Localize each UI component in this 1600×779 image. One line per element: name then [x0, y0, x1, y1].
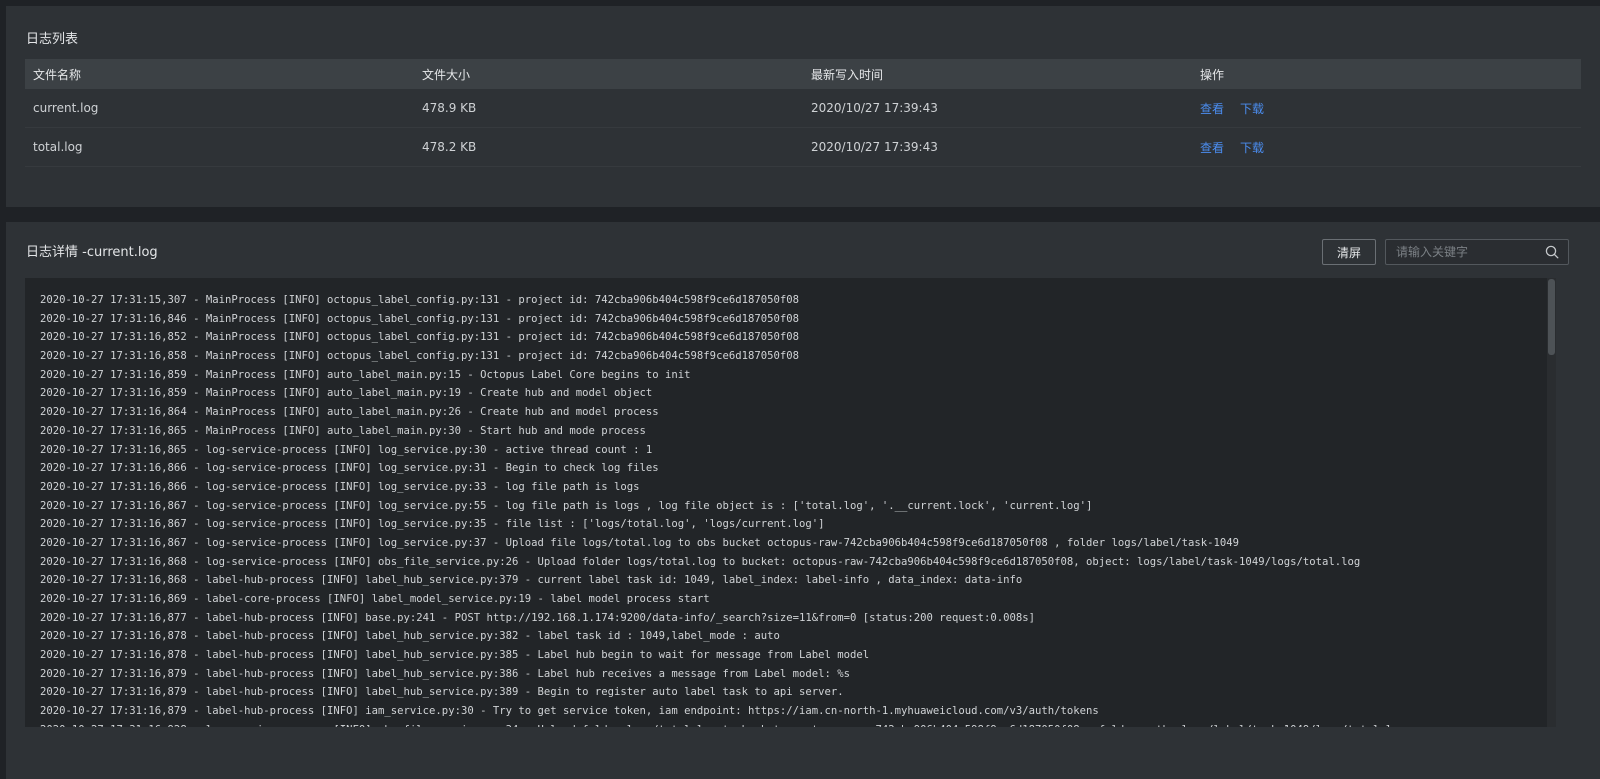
- log-line: 2020-10-27 17:31:16,852 - MainProcess [I…: [40, 331, 799, 344]
- log-line: 2020-10-27 17:31:16,859 - MainProcess [I…: [40, 387, 653, 400]
- log-line: 2020-10-27 17:31:16,868 - label-hub-proc…: [40, 574, 1023, 587]
- clear-screen-button[interactable]: 清屏: [1322, 239, 1376, 265]
- log-line: 2020-10-27 17:31:16,867 - log-service-pr…: [40, 499, 1093, 512]
- row-actions: 查看 下载: [1200, 128, 1280, 166]
- file-size: 478.2 KB: [422, 140, 477, 154]
- log-detail-panel: 日志详情 -current.log 清屏 2020-10-27 17:31:15…: [6, 222, 1600, 779]
- last-write-time: 2020/10/27 17:39:43: [811, 101, 938, 115]
- log-detail-title: 日志详情 -current.log: [26, 245, 158, 260]
- log-line: 2020-10-27 17:31:16,866 - log-service-pr…: [40, 480, 640, 493]
- log-list-title: 日志列表: [26, 32, 79, 47]
- search-icon[interactable]: [1545, 245, 1559, 259]
- log-line: 2020-10-27 17:31:16,868 - log-service-pr…: [40, 555, 1361, 568]
- log-line: 2020-10-27 17:31:16,869 - label-core-pro…: [40, 593, 710, 605]
- table-header: 文件名称 文件大小 最新写入时间 操作: [25, 59, 1581, 89]
- row-actions: 查看 下载: [1200, 89, 1280, 127]
- column-header-file-name: 文件名称: [33, 67, 82, 82]
- file-name: total.log: [33, 140, 83, 154]
- table-row: current.log 478.9 KB 2020/10/27 17:39:43…: [25, 89, 1581, 128]
- log-file-table: 文件名称 文件大小 最新写入时间 操作 current.log 478.9 KB…: [25, 59, 1581, 167]
- log-line: 2020-10-27 17:31:16,879 - label-hub-proc…: [40, 686, 844, 699]
- log-line: 2020-10-27 17:31:16,865 - MainProcess [I…: [40, 424, 646, 437]
- log-line: 2020-10-27 17:31:16,877 - label-hub-proc…: [40, 611, 1035, 624]
- log-line: 2020-10-27 17:31:16,858 - MainProcess [I…: [40, 350, 799, 363]
- log-content-area: 2020-10-27 17:31:15,307 - MainProcess [I…: [25, 278, 1547, 727]
- view-link[interactable]: 查看: [1200, 100, 1224, 117]
- column-header-actions: 操作: [1200, 67, 1225, 82]
- log-line: 2020-10-27 17:31:16,879 - label-hub-proc…: [40, 705, 1099, 718]
- log-scrollbar[interactable]: [1547, 278, 1556, 727]
- log-line: 2020-10-27 17:31:16,928 - log-service-pr…: [40, 721, 1456, 727]
- last-write-time: 2020/10/27 17:39:43: [811, 140, 938, 154]
- scrollbar-thumb[interactable]: [1548, 279, 1555, 355]
- log-line: 2020-10-27 17:31:16,879 - label-hub-proc…: [40, 667, 851, 680]
- log-line: 2020-10-27 17:31:16,867 - log-service-pr…: [40, 518, 825, 531]
- column-header-last-write-time: 最新写入时间: [811, 67, 884, 82]
- log-line: 2020-10-27 17:31:16,864 - MainProcess [I…: [40, 406, 659, 419]
- search-box: [1385, 239, 1569, 265]
- column-header-file-size: 文件大小: [422, 67, 471, 82]
- log-lines: 2020-10-27 17:31:15,307 - MainProcess [I…: [40, 291, 1456, 727]
- log-line: 2020-10-27 17:31:16,867 - log-service-pr…: [40, 536, 1240, 549]
- download-link[interactable]: 下载: [1240, 100, 1264, 117]
- file-size: 478.9 KB: [422, 101, 477, 115]
- download-link[interactable]: 下载: [1240, 139, 1264, 156]
- search-input[interactable]: [1386, 240, 1546, 264]
- log-list-panel: 日志列表 文件名称 文件大小 最新写入时间 操作 current.log 478…: [6, 6, 1600, 207]
- log-line: 2020-10-27 17:31:16,878 - label-hub-proc…: [40, 630, 780, 643]
- log-line: 2020-10-27 17:31:16,859 - MainProcess [I…: [40, 368, 691, 381]
- log-line: 2020-10-27 17:31:15,307 - MainProcess [I…: [40, 294, 799, 306]
- log-line: 2020-10-27 17:31:16,878 - label-hub-proc…: [40, 649, 870, 662]
- file-name: current.log: [33, 101, 99, 115]
- log-line: 2020-10-27 17:31:16,846 - MainProcess [I…: [40, 312, 799, 325]
- table-row: total.log 478.2 KB 2020/10/27 17:39:43 查…: [25, 128, 1581, 167]
- view-link[interactable]: 查看: [1200, 139, 1224, 156]
- log-line: 2020-10-27 17:31:16,866 - log-service-pr…: [40, 462, 659, 475]
- log-line: 2020-10-27 17:31:16,865 - log-service-pr…: [40, 443, 653, 456]
